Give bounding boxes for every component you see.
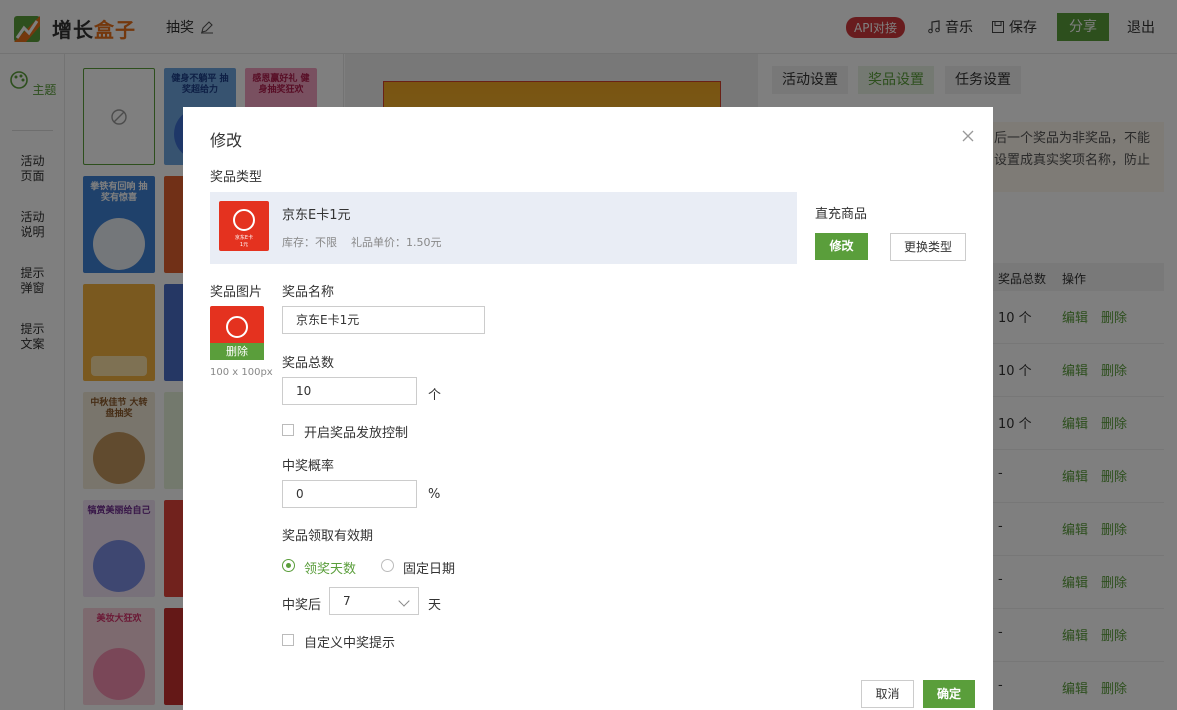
jd-logo-icon xyxy=(226,316,248,338)
cancel-button[interactable]: 取消 xyxy=(861,680,914,708)
jd-card-thumbnail: 京东E卡 1元 xyxy=(219,201,269,251)
change-type-button[interactable]: 更换类型 xyxy=(890,233,966,261)
prize-kind: 直充商品 xyxy=(815,207,868,222)
custom-prompt-label: 自定义中奖提示 xyxy=(304,636,396,651)
days-unit: 天 xyxy=(428,598,442,613)
image-delete-button[interactable]: 删除 xyxy=(210,343,264,360)
radio-claim-days-label: 领奖天数 xyxy=(304,562,357,577)
validity-label: 奖品领取有效期 xyxy=(282,529,374,544)
modify-button[interactable]: 修改 xyxy=(815,233,868,260)
close-icon[interactable] xyxy=(961,129,975,143)
prize-total-label: 奖品总数 xyxy=(282,356,335,371)
confirm-button[interactable]: 确定 xyxy=(923,680,975,708)
days-select-value: 7 xyxy=(343,594,351,608)
after-win-label: 中奖后 xyxy=(282,598,322,613)
prize-image-label: 奖品图片 xyxy=(210,285,263,300)
prize-unit-price: 礼品单价：1.50元 xyxy=(351,236,442,249)
distribution-control-checkbox[interactable] xyxy=(282,424,294,436)
prize-type-name: 京东E卡1元 xyxy=(282,208,351,223)
prize-image[interactable]: 删除 xyxy=(210,306,264,360)
distribution-control-label: 开启奖品发放控制 xyxy=(304,426,409,441)
prize-name-input[interactable]: 京东E卡1元 xyxy=(282,306,485,334)
card-text-amount: 1元 xyxy=(239,242,249,248)
prize-meta: 库存：不限 礼品单价：1.50元 xyxy=(282,234,442,250)
prize-stock: 库存：不限 xyxy=(282,236,337,249)
days-select[interactable]: 7 xyxy=(329,587,419,615)
card-text-top: 京东E卡 xyxy=(234,235,254,241)
prize-type-card: 京东E卡 1元 京东E卡1元 库存：不限 礼品单价：1.50元 xyxy=(210,192,797,264)
chevron-down-icon xyxy=(398,595,410,607)
image-size-hint: 100 x 100px xyxy=(210,367,273,378)
edit-prize-dialog: 修改 奖品类型 京东E卡 1元 京东E卡1元 库存：不限 礼品单价：1.50元 直… xyxy=(183,107,993,710)
custom-prompt-checkbox[interactable] xyxy=(282,634,294,646)
prize-type-label: 奖品类型 xyxy=(210,170,263,185)
probability-label: 中奖概率 xyxy=(282,459,335,474)
prize-name-label: 奖品名称 xyxy=(282,285,335,300)
prize-total-input[interactable]: 10 xyxy=(282,377,417,405)
prize-total-unit: 个 xyxy=(428,388,442,403)
probability-unit: % xyxy=(428,487,441,502)
radio-claim-days[interactable] xyxy=(282,559,295,572)
probability-input[interactable]: 0 xyxy=(282,480,417,508)
radio-fixed-date-label: 固定日期 xyxy=(403,562,456,577)
radio-fixed-date[interactable] xyxy=(381,559,394,572)
dialog-title: 修改 xyxy=(210,131,243,150)
jd-logo-icon xyxy=(233,209,255,231)
